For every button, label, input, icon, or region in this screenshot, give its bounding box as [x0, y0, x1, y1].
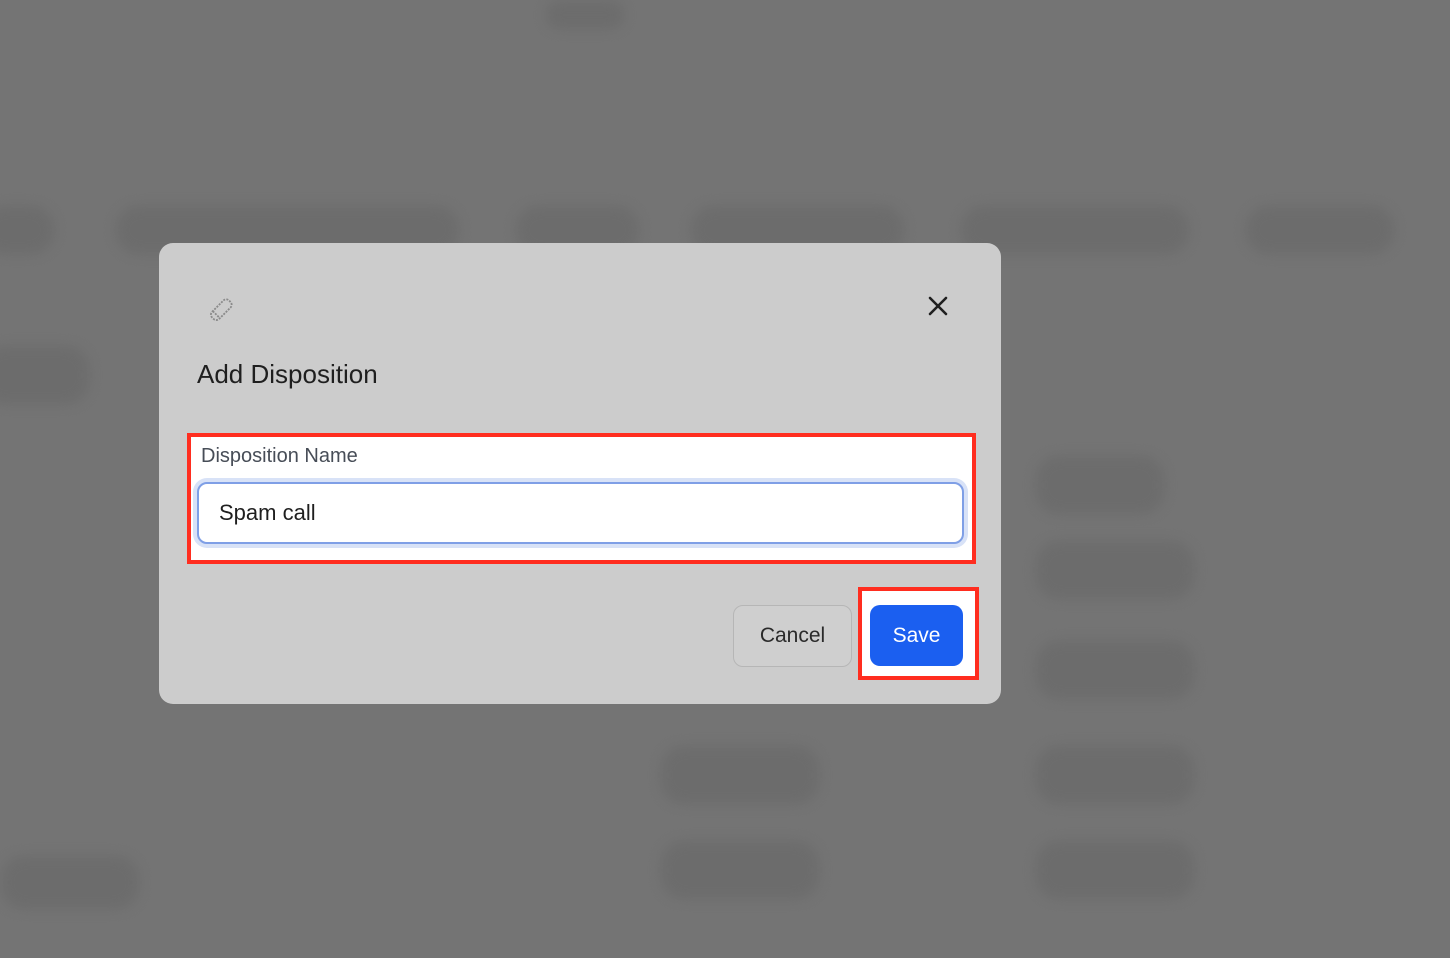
save-button[interactable]: Save	[870, 605, 963, 666]
close-icon	[927, 295, 949, 322]
add-disposition-modal: Add Disposition Disposition Name Cancel …	[159, 243, 1001, 704]
close-button[interactable]	[919, 289, 957, 327]
cancel-button[interactable]: Cancel	[733, 605, 852, 667]
pencil-icon	[204, 291, 240, 327]
save-button-highlight: Save	[858, 587, 979, 680]
disposition-name-field-group: Disposition Name	[187, 433, 976, 564]
disposition-name-label: Disposition Name	[201, 445, 358, 467]
disposition-name-input[interactable]	[197, 482, 964, 544]
modal-title: Add Disposition	[197, 359, 378, 389]
